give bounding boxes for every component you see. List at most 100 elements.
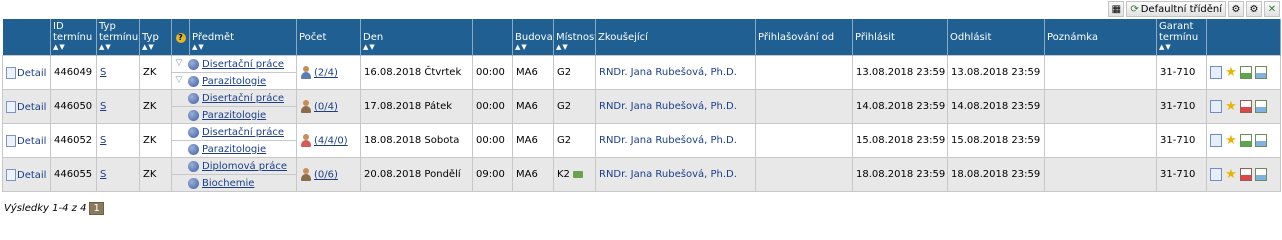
help-icon[interactable]: ? bbox=[171, 19, 190, 56]
col-building[interactable]: Budova ▲▼ bbox=[512, 19, 554, 56]
default-sort-button[interactable]: ⟳ Defaultní třídění bbox=[1126, 1, 1226, 17]
term-type[interactable]: S bbox=[96, 89, 140, 124]
settings-icon[interactable]: ⚙ bbox=[1228, 1, 1244, 17]
col-room[interactable]: Místnost ▲▼ bbox=[553, 19, 596, 56]
subject-link[interactable]: Parazitologie bbox=[202, 76, 266, 87]
globe-icon bbox=[188, 75, 199, 87]
gear-icon[interactable]: ⚙ bbox=[1246, 1, 1262, 17]
subject-link[interactable]: Diplomová práce bbox=[202, 161, 287, 172]
term-type[interactable]: S bbox=[96, 55, 140, 90]
subject-link[interactable]: Biochemie bbox=[202, 178, 254, 189]
guarantor-cell: 31-710 bbox=[1156, 157, 1207, 192]
add-icon[interactable] bbox=[1255, 134, 1267, 147]
col-type[interactable]: Typ ▲▼ bbox=[139, 19, 172, 56]
export-icon[interactable]: ▦ bbox=[1108, 1, 1125, 17]
examiner-cell[interactable]: RNDr. Jana Rubešová, Ph.D. bbox=[595, 157, 756, 192]
copy-icon[interactable] bbox=[1210, 100, 1222, 113]
detail-link[interactable]: Detail bbox=[2, 123, 51, 158]
subject-link[interactable]: Disertační práce bbox=[202, 59, 284, 70]
globe-icon bbox=[188, 160, 199, 172]
count-cell[interactable]: (0/4) bbox=[296, 89, 361, 124]
detail-link[interactable]: Detail bbox=[2, 55, 51, 90]
examiner-cell[interactable]: RNDr. Jana Rubešová, Ph.D. bbox=[595, 89, 756, 124]
globe-icon bbox=[188, 177, 199, 189]
count-cell[interactable]: (0/6) bbox=[296, 157, 361, 192]
detail-link[interactable]: Detail bbox=[2, 89, 51, 124]
date-cell: 17.08.2018 Pátek bbox=[360, 89, 473, 124]
col-id[interactable]: ID termínu ▲▼ bbox=[50, 19, 97, 56]
room-cell: G2 bbox=[553, 55, 596, 90]
sort-arrows-icon[interactable]: ▲▼ bbox=[363, 43, 470, 52]
col-term-type[interactable]: Typ termínu ▲▼ bbox=[96, 19, 140, 56]
globe-icon bbox=[188, 109, 199, 121]
globe-icon bbox=[188, 58, 199, 70]
sort-arrows-icon[interactable]: ▲▼ bbox=[142, 43, 169, 52]
sort-arrows-icon[interactable]: ▲▼ bbox=[192, 43, 294, 52]
time-cell: 00:00 bbox=[472, 89, 513, 124]
edit-icon[interactable] bbox=[1240, 66, 1252, 79]
subjects-cell: Disertační práce Parazitologie bbox=[171, 89, 297, 124]
date-cell: 20.08.2018 Pondělí bbox=[360, 157, 473, 192]
sort-arrows-icon[interactable]: ▲▼ bbox=[1159, 43, 1204, 52]
detail-link[interactable]: Detail bbox=[2, 157, 51, 192]
sort-arrows-icon[interactable]: ▲▼ bbox=[515, 43, 551, 52]
col-time bbox=[472, 19, 513, 56]
exam-type: ZK bbox=[139, 157, 172, 192]
sort-arrows-icon[interactable]: ▲▼ bbox=[556, 43, 593, 52]
star-icon[interactable]: ★ bbox=[1225, 100, 1237, 113]
delete-icon[interactable] bbox=[1240, 168, 1252, 181]
subject-link[interactable]: Disertační práce bbox=[202, 93, 284, 104]
table-row: Detail 446050 S ZK Disertační práce Para… bbox=[2, 89, 1281, 124]
col-subject[interactable]: Předmět ▲▼ bbox=[189, 19, 297, 56]
count-cell[interactable]: (2/4) bbox=[296, 55, 361, 90]
unregister-cell: 14.08.2018 23:59 bbox=[947, 89, 1045, 124]
table-row: Detail 446049 S ZK ▽ Disertační práce ▽ Pa… bbox=[2, 55, 1281, 90]
subject-link[interactable]: Parazitologie bbox=[202, 144, 266, 155]
sort-arrows-icon[interactable]: ▲▼ bbox=[53, 43, 94, 52]
default-sort-label: Defaultní třídění bbox=[1140, 3, 1222, 15]
term-type[interactable]: S bbox=[96, 123, 140, 158]
col-guarantor[interactable]: Garant termínu ▲▼ bbox=[1156, 19, 1207, 56]
delete-icon[interactable] bbox=[1240, 100, 1252, 113]
filter-icon[interactable]: ▽ bbox=[174, 75, 184, 87]
sort-arrows-icon[interactable]: ▲▼ bbox=[99, 43, 137, 52]
page-button[interactable]: 1 bbox=[89, 202, 104, 215]
edit-icon[interactable] bbox=[1240, 134, 1252, 147]
guarantor-cell: 31-710 bbox=[1156, 89, 1207, 124]
subject-link[interactable]: Parazitologie bbox=[202, 110, 266, 121]
col-detail bbox=[2, 19, 51, 56]
building-cell: MA6 bbox=[512, 123, 554, 158]
star-icon[interactable]: ★ bbox=[1225, 168, 1237, 181]
exam-terms-table: ID termínu ▲▼ Typ termínu ▲▼ Typ ▲▼ ? Předm… bbox=[2, 19, 1281, 192]
star-icon[interactable]: ★ bbox=[1225, 66, 1237, 79]
add-icon[interactable] bbox=[1255, 100, 1267, 113]
copy-icon[interactable] bbox=[1210, 168, 1222, 181]
examiner-cell[interactable]: RNDr. Jana Rubešová, Ph.D. bbox=[595, 123, 756, 158]
star-icon[interactable]: ★ bbox=[1225, 134, 1237, 147]
add-icon[interactable] bbox=[1255, 66, 1267, 79]
col-unregister: Odhlásit bbox=[947, 19, 1045, 56]
unregister-cell: 15.08.2018 23:59 bbox=[947, 123, 1045, 158]
excel-icon[interactable]: ✕ bbox=[1264, 1, 1280, 17]
copy-icon[interactable] bbox=[1210, 134, 1222, 147]
subject-link[interactable]: Disertační práce bbox=[202, 127, 284, 138]
col-register: Přihlásit bbox=[852, 19, 948, 56]
col-note: Poznámka bbox=[1044, 19, 1157, 56]
document-icon bbox=[6, 66, 16, 79]
exam-type: ZK bbox=[139, 89, 172, 124]
actions-cell: ★ bbox=[1206, 89, 1281, 124]
term-type[interactable]: S bbox=[96, 157, 140, 192]
col-reg-from: Přihlašování od bbox=[755, 19, 853, 56]
col-day[interactable]: Den ▲▼ bbox=[360, 19, 473, 56]
unregister-cell: 18.08.2018 23:59 bbox=[947, 157, 1045, 192]
examiner-cell[interactable]: RNDr. Jana Rubešová, Ph.D. bbox=[595, 55, 756, 90]
money-icon bbox=[572, 170, 583, 178]
person-full-icon bbox=[300, 134, 312, 147]
filter-icon[interactable]: ▽ bbox=[174, 58, 184, 70]
room-cell: K2 bbox=[553, 157, 596, 192]
add-icon[interactable] bbox=[1255, 168, 1267, 181]
copy-icon[interactable] bbox=[1210, 66, 1222, 79]
guarantor-cell: 31-710 bbox=[1156, 123, 1207, 158]
count-cell[interactable]: (4/4/0) bbox=[296, 123, 361, 158]
reg-from-cell bbox=[755, 89, 853, 124]
